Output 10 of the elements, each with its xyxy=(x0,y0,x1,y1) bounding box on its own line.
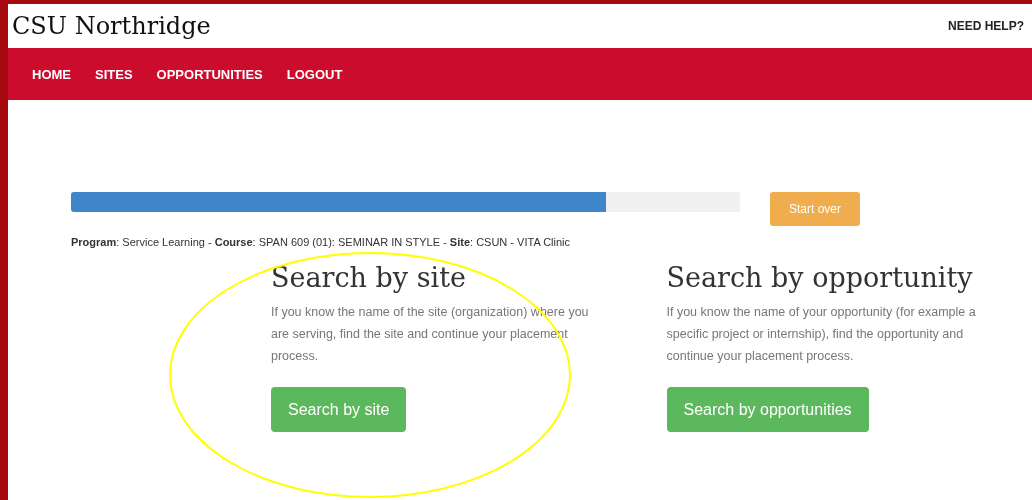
section-heading: Search by opportunity xyxy=(666,262,973,293)
nav-link[interactable]: OPPORTUNITIES xyxy=(156,66,263,82)
program-info: Program: Service Learning - Course: SPAN 609 (01): SEMINAR IN STYLE - Site: CSUN - VITA Clinic xyxy=(71,236,572,248)
nav-link[interactable]: SITES xyxy=(95,66,133,82)
nav-link[interactable]: LOGOUT xyxy=(286,66,343,82)
section-heading: Search by site xyxy=(271,262,466,293)
site-title: CSU Northridge xyxy=(12,12,211,40)
help-link[interactable]: NEED HELP? xyxy=(948,19,1024,33)
section-description: If you know the name of your opportunity (for example a specific project or internship), find the opportunity and continue your placement process. xyxy=(666,304,976,365)
nav-link[interactable]: HOME xyxy=(32,66,71,82)
